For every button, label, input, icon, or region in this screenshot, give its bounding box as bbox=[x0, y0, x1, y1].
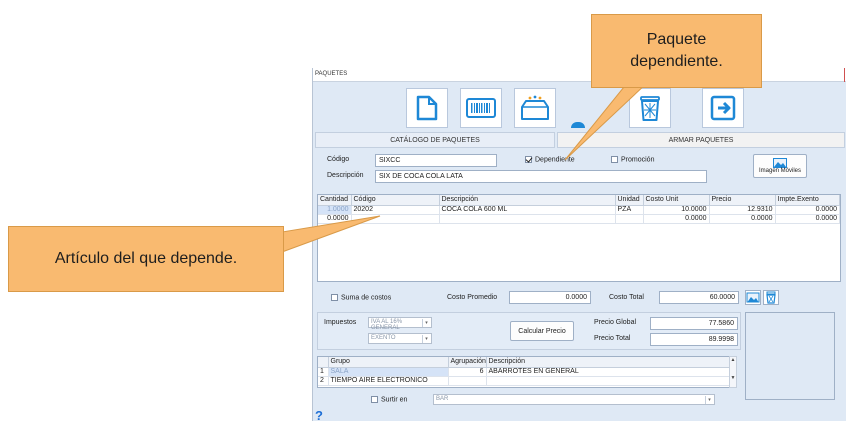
callout-pointer-article bbox=[281, 215, 381, 253]
callout-pointer-dependent bbox=[564, 81, 650, 161]
callout-article: Artículo del que depende. bbox=[8, 226, 284, 292]
callout-dependent-package: Paquete dependiente. bbox=[591, 14, 762, 88]
